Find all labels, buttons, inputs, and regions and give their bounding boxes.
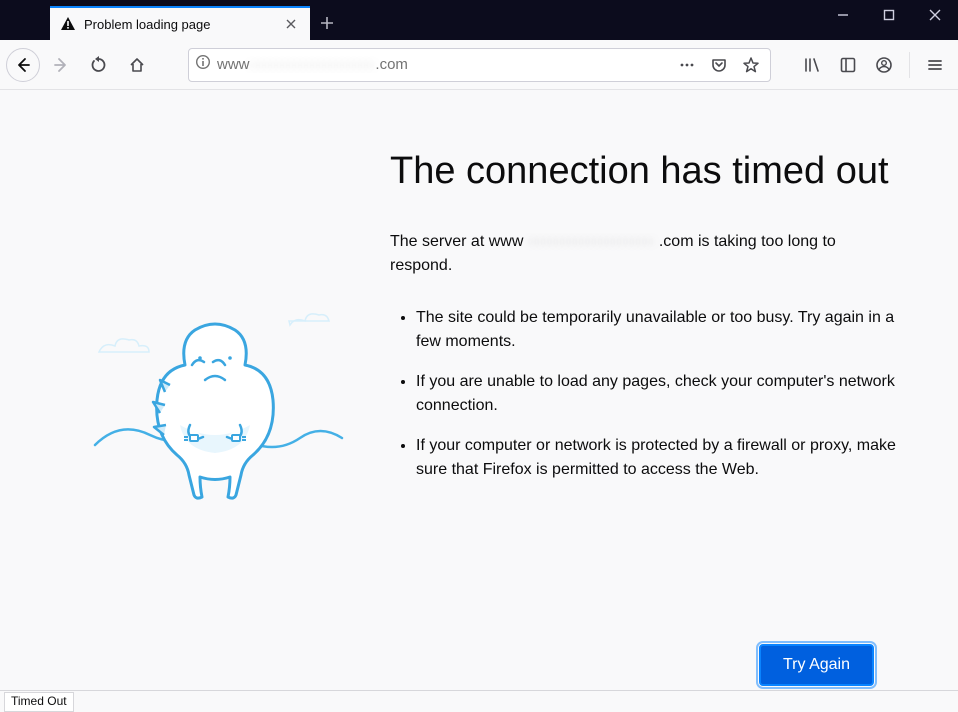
list-item: If your computer or network is protected… [416, 434, 898, 482]
toolbar-separator [909, 52, 910, 78]
error-heading: The connection has timed out [390, 150, 898, 194]
window-controls [820, 0, 958, 30]
list-item: The site could be temporarily unavailabl… [416, 306, 898, 354]
toolbar-right [783, 48, 952, 82]
tab-strip: Problem loading page [0, 0, 344, 40]
page-actions-icon[interactable] [674, 52, 700, 78]
window-maximize-button[interactable] [866, 0, 912, 30]
url-host-suffix: .com [375, 56, 408, 73]
address-bar[interactable]: www·····················.com [188, 48, 771, 82]
status-bar: Timed Out [0, 690, 958, 712]
account-icon[interactable] [867, 48, 901, 82]
back-button[interactable] [6, 48, 40, 82]
navigation-toolbar: www·····················.com [0, 40, 958, 90]
forward-button[interactable] [44, 48, 78, 82]
status-label: Timed Out [4, 692, 74, 712]
address-bar-text: www·····················.com [217, 56, 668, 73]
new-tab-button[interactable] [310, 6, 344, 40]
error-server-line: The server at www ···················· .… [390, 230, 898, 278]
app-menu-icon[interactable] [918, 48, 952, 82]
reload-button[interactable] [82, 48, 116, 82]
page-content: The connection has timed out The server … [0, 90, 958, 690]
window-close-button[interactable] [912, 0, 958, 30]
address-bar-actions [674, 52, 764, 78]
pocket-icon[interactable] [706, 52, 732, 78]
bookmark-star-icon[interactable] [738, 52, 764, 78]
error-suggestion-list: The site could be temporarily unavailabl… [390, 306, 898, 482]
try-again-button[interactable]: Try Again [759, 644, 874, 686]
url-obscured: ····················· [250, 56, 376, 73]
window-titlebar: Problem loading page [0, 0, 958, 40]
error-graphic [90, 150, 380, 515]
browser-tab-active[interactable]: Problem loading page [50, 6, 310, 40]
tab-close-button[interactable] [282, 15, 300, 33]
warning-icon [60, 16, 76, 32]
error-server-prefix: The server at www [390, 233, 523, 250]
list-item: If you are unable to load any pages, che… [416, 370, 898, 418]
tab-title: Problem loading page [84, 17, 274, 32]
window-minimize-button[interactable] [820, 0, 866, 30]
sidebar-icon[interactable] [831, 48, 865, 82]
library-icon[interactable] [795, 48, 829, 82]
url-host-prefix: www [217, 56, 250, 73]
error-server-obscured: ···················· [528, 233, 655, 250]
site-info-icon[interactable] [195, 54, 211, 75]
home-button[interactable] [120, 48, 154, 82]
